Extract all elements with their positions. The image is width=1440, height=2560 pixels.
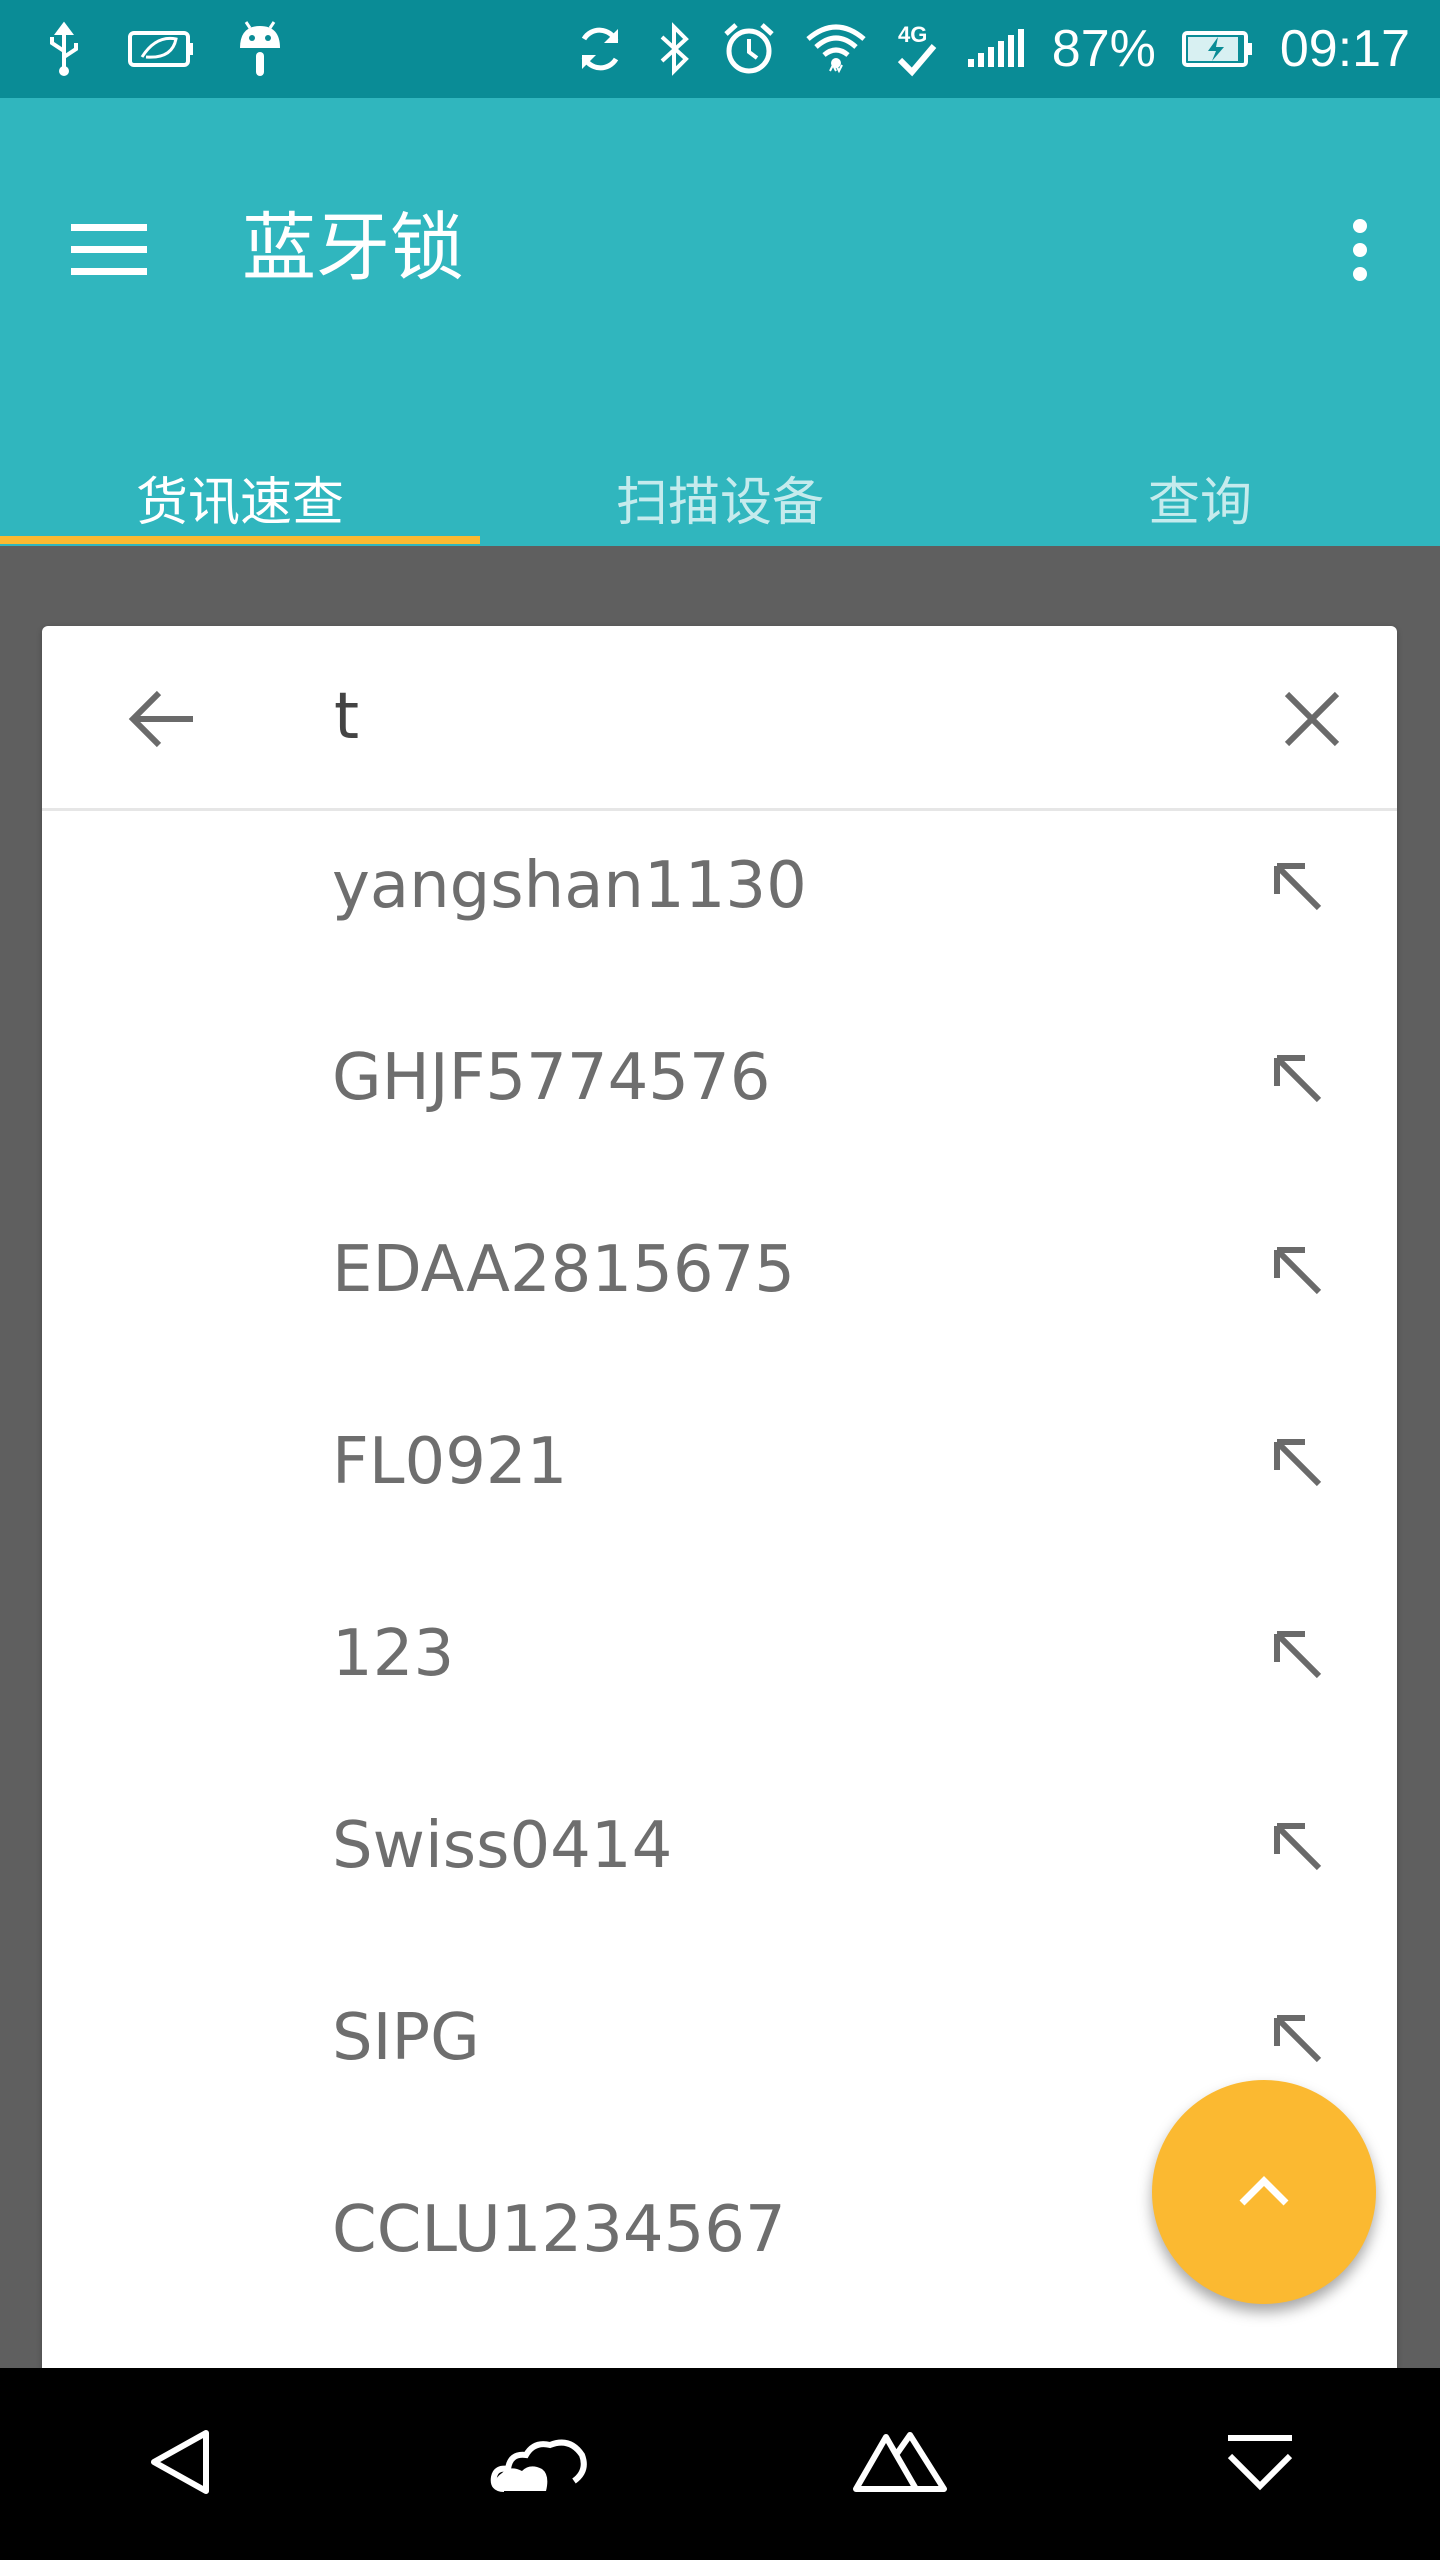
suggestion-text: GHJF5774576 <box>332 1041 771 1115</box>
battery-charging-icon <box>1181 29 1254 69</box>
status-bar: 4G 87% 09:17 <box>0 0 1440 98</box>
app-title: 蓝牙锁 <box>242 205 464 291</box>
suggestion-text: EDAA2815675 <box>332 1233 795 1307</box>
insert-suggestion-icon[interactable] <box>1257 1614 1337 1694</box>
suggestion-item[interactable]: EDAA2815675 <box>42 1195 1397 1387</box>
wifi-icon <box>804 19 868 79</box>
suggestion-text: SIPG <box>332 2001 480 2075</box>
nav-recents-button[interactable] <box>800 2368 1000 2560</box>
more-options-button[interactable] <box>1320 203 1400 301</box>
tab-label: 扫描设备 <box>615 472 824 533</box>
tab-indicator <box>0 536 480 544</box>
more-vert-icon <box>1350 218 1370 286</box>
suggestion-text: yangshan1130 <box>332 849 807 923</box>
bluetooth-icon <box>654 21 694 77</box>
suggestion-text: FL0921 <box>332 1425 568 1499</box>
tab-bar: 货讯速查 扫描设备 查询 <box>0 450 1440 544</box>
android-icon <box>236 18 284 80</box>
insert-suggestion-icon[interactable] <box>1257 1422 1337 1502</box>
hamburger-icon <box>71 224 147 280</box>
back-triangle-icon <box>148 2427 212 2501</box>
menu-button[interactable] <box>60 203 158 301</box>
clock: 09:17 <box>1279 20 1410 78</box>
suggestion-item[interactable]: FL0921 <box>42 1387 1397 1579</box>
tab-cargo-lookup[interactable]: 货讯速查 <box>0 450 480 544</box>
insert-suggestion-icon[interactable] <box>1257 846 1337 926</box>
tab-scan-devices[interactable]: 扫描设备 <box>480 450 960 544</box>
back-button[interactable] <box>112 671 212 771</box>
suggestion-item[interactable]: 123 <box>42 1579 1397 1771</box>
alarm-icon <box>720 20 778 78</box>
svg-text:4G: 4G <box>898 22 927 47</box>
close-icon <box>1283 690 1341 752</box>
dropdown-icon <box>1224 2432 1296 2496</box>
battery-percent: 87% <box>1051 20 1156 78</box>
mountain-icon <box>852 2431 948 2497</box>
search-bar <box>42 626 1397 811</box>
nav-back-button[interactable] <box>80 2368 280 2560</box>
nav-home-button[interactable] <box>440 2368 640 2560</box>
tab-query[interactable]: 查询 <box>960 450 1440 544</box>
tab-label: 货讯速查 <box>135 472 344 533</box>
tab-label: 查询 <box>1147 472 1252 533</box>
system-nav-bar <box>0 2368 1440 2560</box>
search-input[interactable] <box>332 666 1236 768</box>
app-bar: 蓝牙锁 货讯速查 扫描设备 查询 <box>0 98 1440 546</box>
leaf-battery-icon <box>126 27 196 71</box>
sync-icon <box>572 21 628 77</box>
suggestion-item[interactable]: yangshan1130 <box>42 811 1397 1003</box>
cloud-icon <box>490 2427 590 2501</box>
insert-suggestion-icon[interactable] <box>1257 1038 1337 1118</box>
insert-suggestion-icon[interactable] <box>1257 1998 1337 2078</box>
chevron-up-icon <box>1236 2173 1292 2211</box>
4g-icon: 4G <box>894 18 940 80</box>
suggestion-text: Swiss0414 <box>332 1809 673 1883</box>
suggestion-text: 123 <box>332 1617 455 1691</box>
signal-icon <box>966 29 1026 69</box>
insert-suggestion-icon[interactable] <box>1257 1806 1337 1886</box>
status-left-icons <box>42 0 284 98</box>
nav-notification-button[interactable] <box>1160 2368 1360 2560</box>
suggestion-item[interactable]: GHJF5774576 <box>42 1003 1397 1195</box>
suggestion-item[interactable]: Swiss0414 <box>42 1771 1397 1963</box>
clear-search-button[interactable] <box>1262 671 1362 771</box>
insert-suggestion-icon[interactable] <box>1257 1230 1337 1310</box>
status-right-icons: 4G 87% 09:17 <box>572 0 1410 98</box>
usb-icon <box>42 21 86 77</box>
arrow-back-icon <box>127 689 197 753</box>
scroll-to-top-button[interactable] <box>1152 2080 1376 2304</box>
suggestion-text: CCLU1234567 <box>332 2193 786 2267</box>
